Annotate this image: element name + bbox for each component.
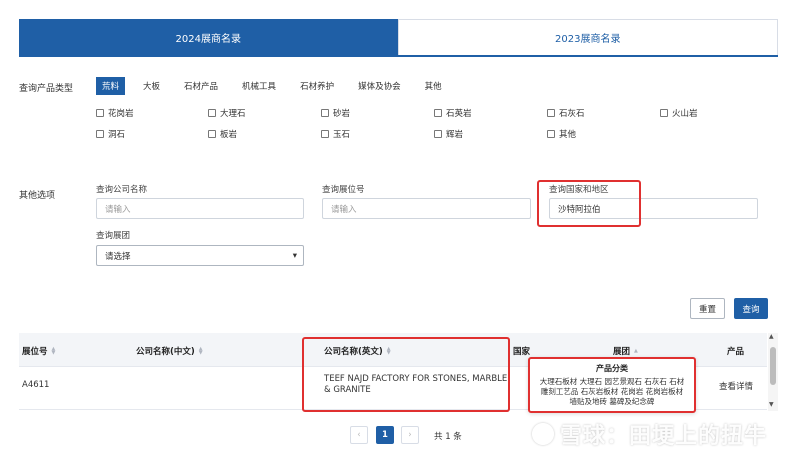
column-booth[interactable]: 展位号 ▲ ▼	[22, 345, 56, 358]
category-tabs: 荒料 大板 石材产品 机械工具 石材养护 媒体及协会 其他	[96, 77, 460, 95]
checkbox-box[interactable]	[96, 130, 104, 138]
sort-icon[interactable]: ▲	[634, 349, 638, 354]
category-tab-care[interactable]: 石材养护	[294, 77, 340, 95]
checkbox-marble[interactable]: 大理石	[208, 107, 246, 119]
checkbox-label: 大理石	[220, 109, 246, 119]
checkbox-box[interactable]	[321, 130, 329, 138]
column-country[interactable]: 国家	[513, 345, 530, 357]
checkbox-label: 辉岩	[446, 130, 464, 140]
column-label: 公司名称(中文)	[136, 347, 195, 357]
category-tab-slabs[interactable]: 大板	[137, 77, 166, 95]
table-scrollbar[interactable]: ▲ ▼	[768, 333, 778, 411]
booth-no-input[interactable]: 请输入	[322, 198, 531, 219]
checkbox-other[interactable]: 其他	[547, 128, 576, 140]
checkbox-quartzite[interactable]: 石英岩	[434, 107, 472, 119]
category-tab-media[interactable]: 媒体及协会	[352, 77, 407, 95]
highlight-country	[537, 180, 641, 227]
company-name-input[interactable]: 请输入	[96, 198, 304, 219]
checkbox-box[interactable]	[547, 109, 555, 117]
tab-2024[interactable]: 2024展商名录	[19, 19, 398, 55]
checkbox-label: 石英岩	[446, 109, 472, 119]
checkbox-box[interactable]	[321, 109, 329, 117]
sort-icon[interactable]: ▲ ▼	[199, 347, 203, 356]
view-details-link[interactable]: 查看详情	[719, 380, 753, 392]
column-group[interactable]: 展团 ▲	[613, 345, 638, 357]
sort-icon[interactable]: ▲ ▼	[52, 347, 56, 356]
checkbox-box[interactable]	[434, 109, 442, 117]
tab-2023[interactable]: 2023展商名录	[397, 19, 778, 55]
checkbox-slate[interactable]: 板岩	[208, 128, 237, 140]
column-label: 国家	[513, 347, 531, 357]
booth-no-label: 查询展位号	[322, 185, 365, 195]
scroll-down-icon[interactable]: ▼	[769, 401, 774, 408]
year-tabs: 2024展商名录 2023展商名录	[19, 19, 778, 57]
column-label: 展位号	[22, 347, 48, 357]
xueqiu-logo-icon	[532, 423, 554, 445]
highlight-company-name	[302, 337, 510, 412]
column-products: 产品	[727, 345, 744, 357]
checkbox-box[interactable]	[96, 109, 104, 117]
checkbox-label: 花岗岩	[108, 109, 134, 119]
column-name-cn[interactable]: 公司名称(中文) ▲ ▼	[136, 345, 203, 358]
popover-body: 大理石板材 大理石 园艺景观石 石灰石 石材雕刻工艺品 石灰岩板材 花岗岩 花岗…	[539, 377, 685, 406]
checkbox-box[interactable]	[434, 130, 442, 138]
search-button[interactable]: 查询	[734, 298, 768, 319]
checkbox-volcanic[interactable]: 火山岩	[660, 107, 698, 119]
checkbox-pyroxenite[interactable]: 辉岩	[434, 128, 463, 140]
company-name-label: 查询公司名称	[96, 185, 148, 195]
group-label: 查询展团	[96, 231, 131, 241]
checkbox-jade[interactable]: 玉石	[321, 128, 350, 140]
booth-cell: A4611	[22, 380, 50, 390]
checkbox-limestone[interactable]: 石灰石	[547, 107, 585, 119]
reset-button[interactable]: 重置	[690, 298, 725, 319]
total-count: 共 1 条	[434, 432, 462, 442]
checkbox-box[interactable]	[208, 130, 216, 138]
popover-title: 产品分类	[596, 364, 628, 373]
checkbox-label: 板岩	[220, 130, 238, 140]
category-tab-machinery[interactable]: 机械工具	[236, 77, 282, 95]
product-category-popover: 产品分类 大理石板材 大理石 园艺景观石 石灰石 石材雕刻工艺品 石灰岩板材 花…	[528, 357, 696, 413]
checkbox-box[interactable]	[660, 109, 668, 117]
checkbox-label: 洞石	[108, 130, 126, 140]
checkbox-sandstone[interactable]: 砂岩	[321, 107, 350, 119]
category-tab-other[interactable]: 其他	[419, 77, 448, 95]
checkbox-label: 玉石	[333, 130, 351, 140]
column-label: 产品	[727, 347, 745, 357]
checkbox-label: 石灰石	[559, 109, 585, 119]
category-tab-raw-blocks[interactable]: 荒料	[96, 77, 126, 95]
checkbox-label: 其他	[559, 130, 577, 140]
chevron-down-icon: ▾	[292, 250, 297, 261]
checkbox-box[interactable]	[547, 130, 555, 138]
other-options-label: 其他选项	[19, 191, 56, 201]
page-1-button[interactable]: 1	[376, 426, 394, 444]
product-type-label: 查询产品类型	[19, 84, 74, 94]
scroll-up-icon[interactable]: ▲	[769, 333, 774, 340]
checkbox-travertine[interactable]: 洞石	[96, 128, 125, 140]
group-select-value: 请选择	[105, 251, 131, 262]
checkbox-label: 火山岩	[672, 109, 698, 119]
watermark: 雪球：田埂上的扭牛	[532, 418, 767, 450]
next-page-button[interactable]: ›	[401, 426, 419, 444]
checkbox-granite[interactable]: 花岗岩	[96, 107, 134, 119]
column-label: 展团	[613, 347, 631, 357]
category-tab-stone-products[interactable]: 石材产品	[178, 77, 224, 95]
checkbox-box[interactable]	[208, 109, 216, 117]
checkbox-label: 砂岩	[333, 109, 351, 119]
watermark-text: 雪球：田埂上的扭牛	[560, 424, 768, 449]
prev-page-button[interactable]: ‹	[350, 426, 368, 444]
scroll-thumb[interactable]	[770, 347, 776, 385]
group-select[interactable]: 请选择 ▾	[96, 245, 304, 266]
